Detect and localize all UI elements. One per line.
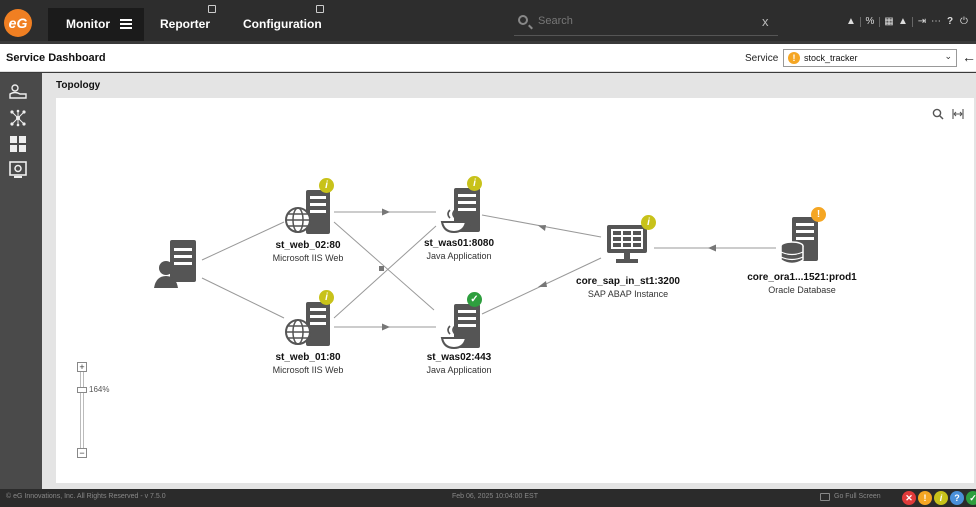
top-nav-bar: eG Monitor Reporter Configuration Search… [0,0,976,41]
monitor-settings-icon[interactable] [9,161,27,179]
info-status-icon: i [319,290,334,305]
help-icon[interactable]: ? [945,17,955,27]
web-server-icon [285,190,330,234]
user-desk-icon[interactable] [9,83,27,101]
zoom-out-button[interactable]: − [77,448,87,458]
page-title: Service Dashboard [6,52,106,64]
tab-monitor[interactable]: Monitor [48,8,144,41]
toolbar-icons: ▲ % ▦ ▲ ⇥ ⋯ ? ⏻ [846,16,969,28]
dashboard-grid-icon[interactable] [9,135,27,153]
external-link-icon [316,5,324,13]
edge-arrow [382,208,390,216]
external-link-icon [208,5,216,13]
topology-edges [201,208,776,331]
main-content: Topology i st_web_02:80 Microsoft IIS We… [42,73,976,489]
tab-monitor-label: Monitor [66,17,110,31]
warning-status-icon: ! [811,207,826,222]
divider [860,17,861,27]
search-icon [518,15,528,25]
section-title: Topology [56,80,101,91]
edge-arrow [708,244,716,252]
topology-canvas[interactable]: i st_web_02:80 Microsoft IIS Web i st_we… [56,98,974,483]
status-footer: © eG Innovations, Inc. All Rights Reserv… [0,489,976,507]
search-clear-icon[interactable]: x [762,14,769,29]
zoom-in-button[interactable]: + [77,362,87,372]
critical-alarm-icon[interactable]: ✕ [902,491,916,505]
node-name: st_web_01:80 [275,352,341,363]
node-type: Oracle Database [768,285,836,295]
edge-arrow [538,225,546,231]
unknown-alarm-icon[interactable]: ? [950,491,964,505]
chart-icon[interactable]: ▦ [884,17,894,27]
sap-monitor-icon [607,225,647,263]
bell-icon[interactable]: ▲ [898,17,908,27]
tab-reporter[interactable]: Reporter [144,5,226,41]
tab-configuration-label: Configuration [243,17,322,31]
warning-icon: ! [788,52,800,64]
node-type: SAP ABAP Instance [587,289,669,299]
search-input[interactable]: Search [538,15,573,27]
left-sidebar [0,73,42,489]
node-type: Java Application [426,251,492,261]
tab-configuration[interactable]: Configuration [226,5,330,41]
hamburger-menu-icon[interactable] [120,23,132,25]
normal-alarm-icon[interactable]: ✓ [966,491,976,505]
divider [912,17,913,27]
percent-icon[interactable]: % [865,17,875,27]
edge-arrow [538,281,547,287]
database-server-icon [780,217,818,265]
info-status-icon: i [467,176,482,191]
node-type: Microsoft IIS Web [272,365,344,375]
web-server-icon [285,302,330,346]
fullscreen-icon[interactable] [820,493,830,501]
info-status-icon: i [641,215,656,230]
node-name: st_was02:443 [426,352,492,363]
zoom-slider[interactable] [80,372,84,448]
node-name: st_web_02:80 [275,240,341,251]
service-select[interactable]: ! stock_tracker ⌄ [783,49,957,67]
java-server-icon [440,304,480,350]
minor-alarm-icon[interactable]: i [934,491,948,505]
login-icon[interactable]: ⇥ [917,17,927,27]
timestamp: Feb 06, 2025 10:04:00 EST [452,493,539,500]
node-name: st_was01:8080 [423,238,495,249]
node-type: Microsoft IIS Web [272,253,344,263]
topology-network-icon[interactable] [9,109,27,127]
edge-arrow [382,323,390,331]
fullscreen-button[interactable]: Go Full Screen [834,493,881,500]
back-arrow-icon[interactable]: ← [962,49,976,65]
java-server-icon [440,188,480,234]
major-alarm-icon[interactable]: ! [918,491,932,505]
zoom-slider-handle[interactable] [77,386,87,393]
more-icon[interactable]: ⋯ [931,17,941,27]
info-status-icon: i [319,178,334,193]
edge-web01-was01 [333,225,437,319]
app-root: eG Monitor Reporter Configuration Search… [0,0,976,507]
zoom-level: 164% [89,385,110,394]
node-name: core_sap_in_st1:3200 [576,276,680,287]
tab-reporter-label: Reporter [160,17,211,31]
node-type: Java Application [426,365,492,375]
edge-user-web01 [201,277,285,319]
service-select-value: stock_tracker [804,53,858,63]
node-name: core_ora1...1521:prod1 [747,272,857,283]
power-icon[interactable]: ⏻ [959,17,969,27]
ok-check-icon: ✓ [467,292,482,307]
copyright-text: © eG Innovations, Inc. All Rights Reserv… [6,493,166,500]
end-user-icon[interactable] [154,238,198,290]
eg-logo[interactable]: eG [4,9,32,37]
global-search[interactable]: Search x [514,10,778,36]
edge-junction [379,266,384,271]
page-header: Service Dashboard Service ! stock_tracke… [0,44,976,72]
service-label: Service [745,53,779,64]
chevron-down-icon: ⌄ [944,51,952,61]
user-icon[interactable]: ▲ [846,17,856,27]
divider [879,17,880,27]
